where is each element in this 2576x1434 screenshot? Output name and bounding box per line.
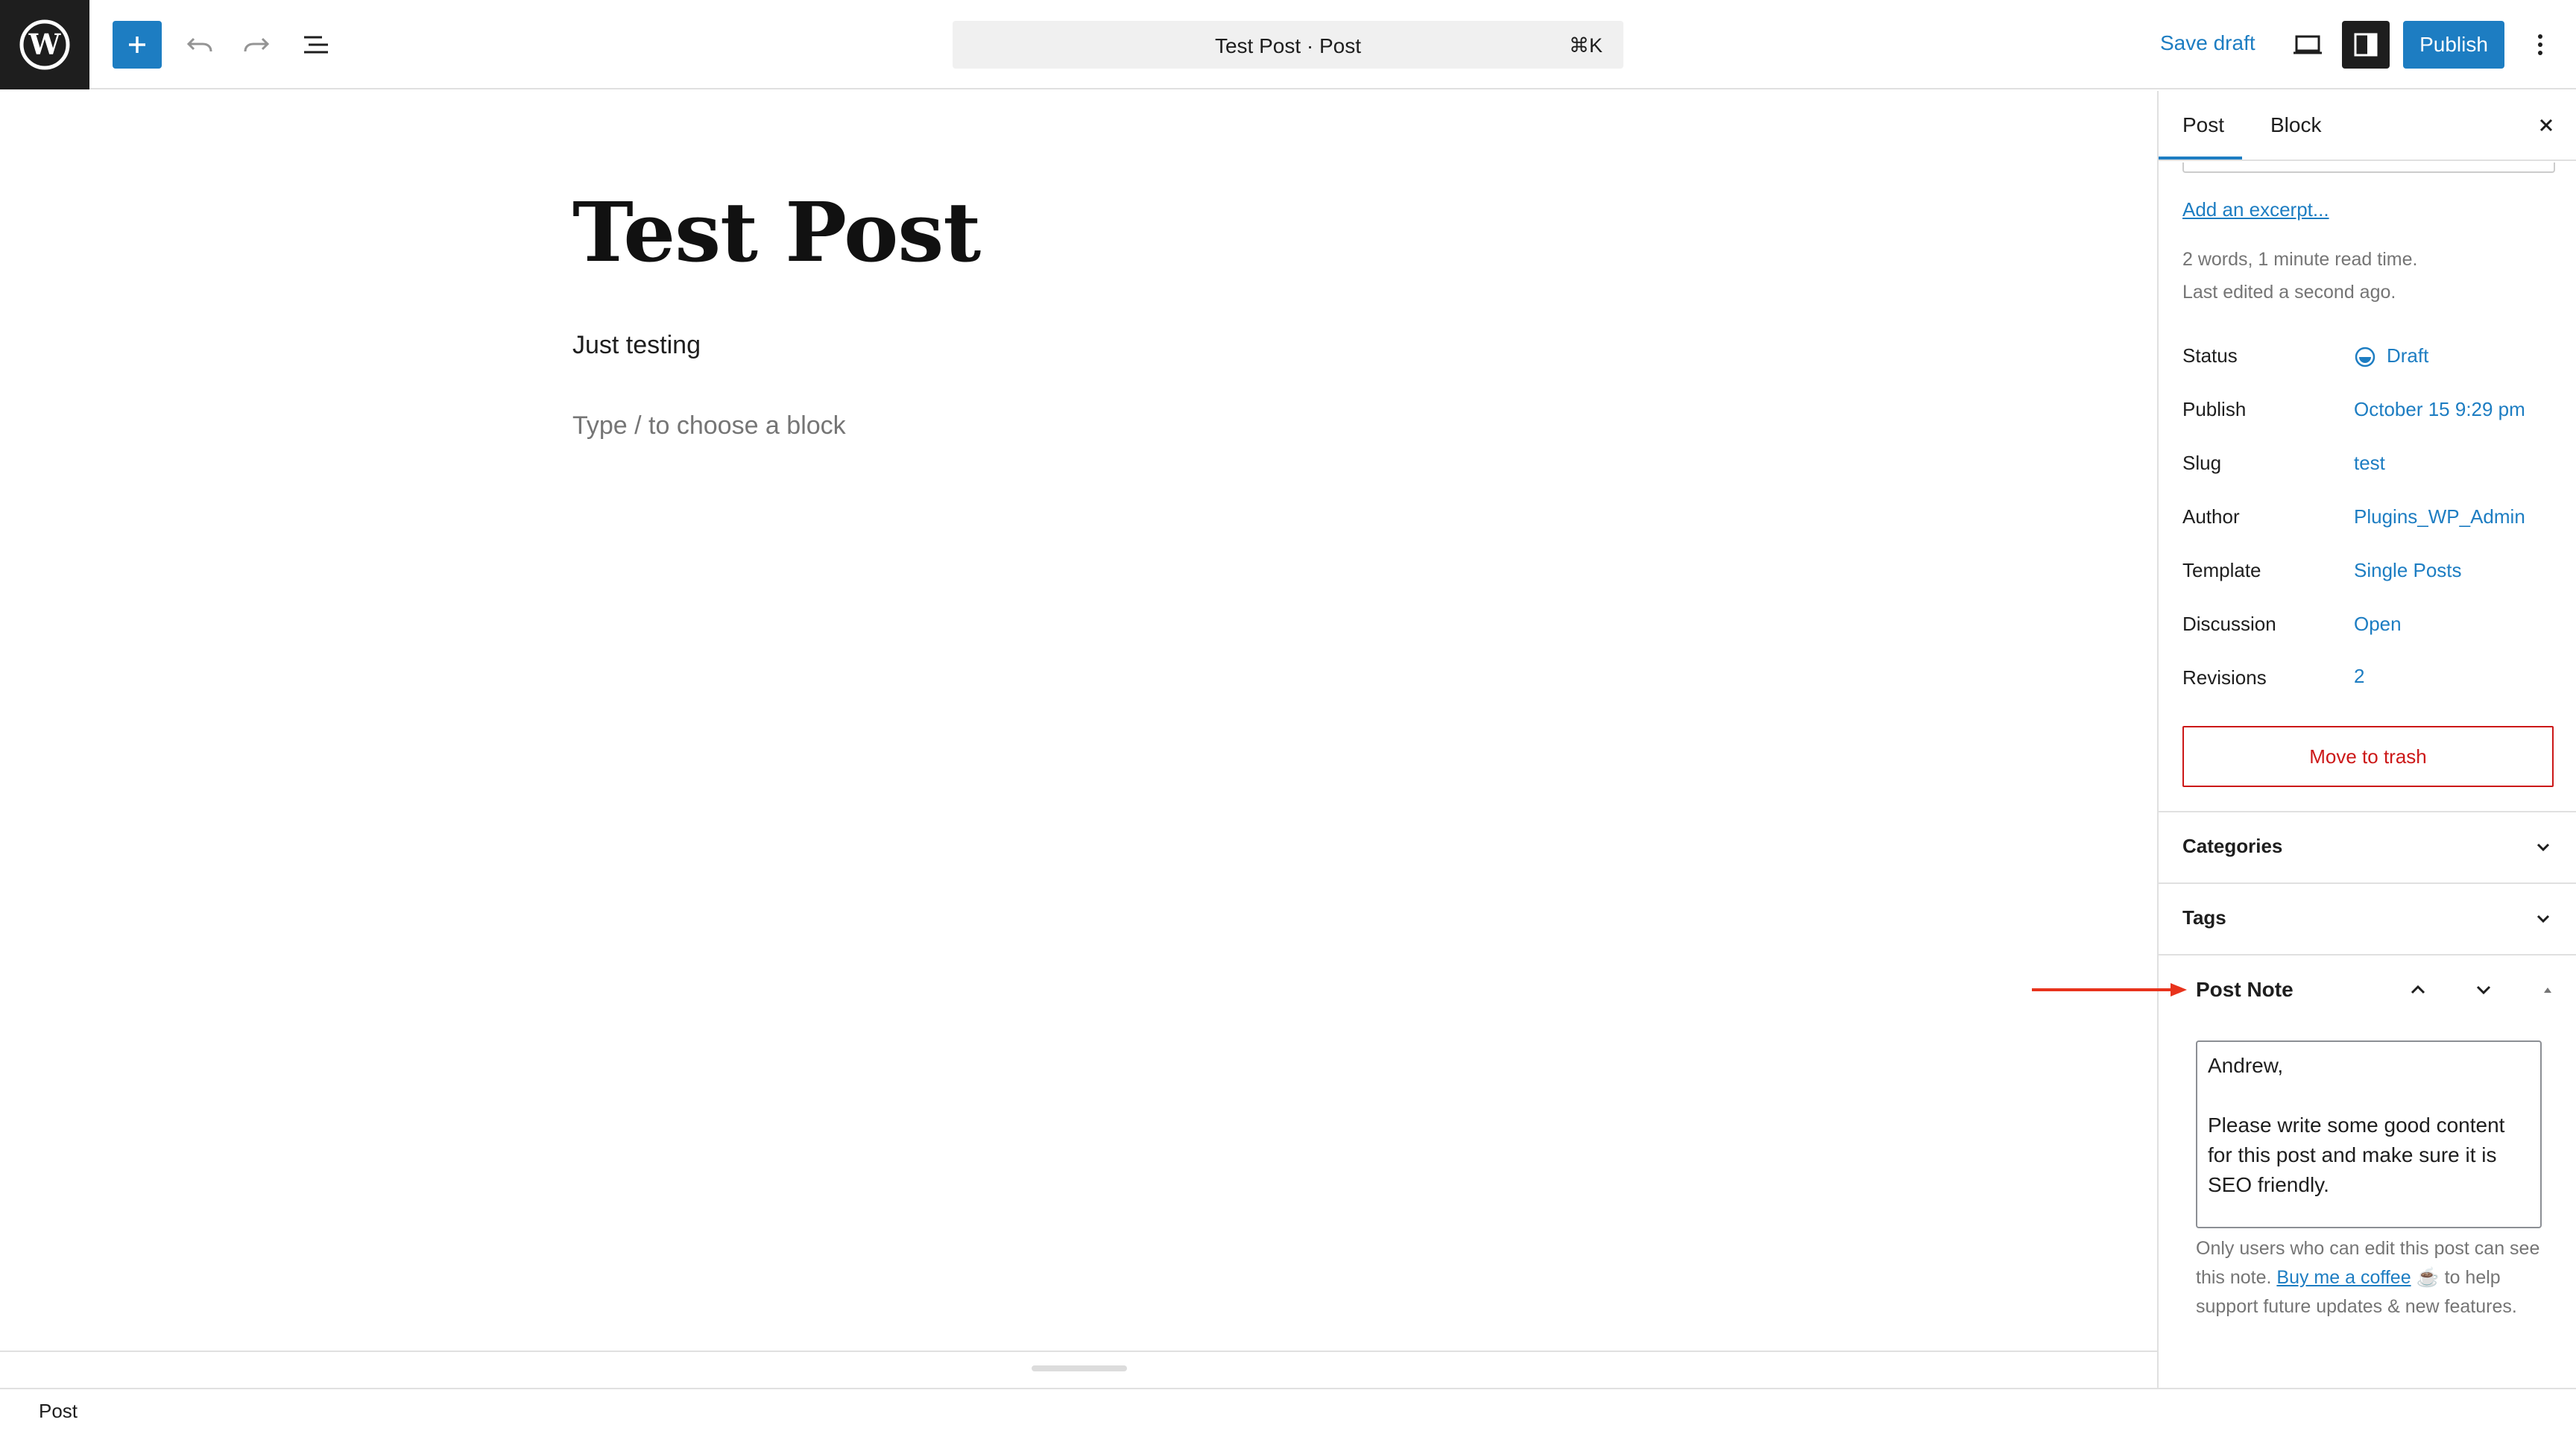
tab-block[interactable]: Block [2270, 113, 2321, 137]
view-desktop-icon [2294, 35, 2322, 54]
template-label: Template [2182, 559, 2261, 581]
block-appender-placeholder[interactable]: Type / to choose a block [572, 411, 846, 440]
slug-label: Slug [2182, 452, 2222, 474]
collapse-panel-button[interactable] [2534, 976, 2561, 1003]
document-title[interactable]: Test Post · Post [953, 34, 1623, 58]
command-shortcut: ⌘K [1568, 34, 1603, 57]
plus-icon [129, 37, 145, 53]
active-tab-indicator [2159, 157, 2242, 159]
wordpress-logo-icon[interactable]: W [0, 0, 89, 89]
redo-icon [244, 37, 270, 52]
word-count: 2 words, 1 minute read time. [2182, 249, 2418, 270]
featured-image-box-edge [2182, 162, 2555, 173]
discussion-label: Discussion [2182, 613, 2276, 635]
slug-value[interactable]: test [2354, 452, 2385, 475]
settings-sidebar: Post Block Add an excerpt... 2 words, 1 … [2157, 91, 2576, 1388]
save-draft-button[interactable]: Save draft [2160, 31, 2255, 55]
draft-status-icon [2355, 347, 2375, 367]
status-label: Status [2182, 344, 2238, 367]
categories-expand-button[interactable] [2530, 833, 2557, 860]
chevron-down-icon [2476, 985, 2491, 995]
editor-canvas: Test Post Just testing Type / to choose … [0, 91, 2157, 1351]
document-overview-button[interactable] [292, 21, 340, 69]
undo-icon [186, 37, 212, 52]
editor-footer: Post [0, 1388, 2576, 1434]
discussion-value[interactable]: Open [2354, 613, 2402, 636]
template-value[interactable]: Single Posts [2354, 559, 2462, 582]
redo-button[interactable] [233, 21, 280, 69]
tab-post[interactable]: Post [2182, 113, 2224, 137]
svg-text:W: W [28, 28, 62, 61]
breadcrumb[interactable]: Post [39, 1400, 78, 1423]
post-title[interactable]: Test Post [572, 184, 981, 280]
undo-button[interactable] [176, 21, 224, 69]
command-palette-bar[interactable]: Test Post · Post ⌘K [953, 21, 1623, 69]
tags-expand-button[interactable] [2530, 905, 2557, 932]
paragraph-block[interactable]: Just testing [572, 331, 701, 360]
post-note-title: Post Note [2196, 978, 2294, 1001]
status-value[interactable]: Draft [2354, 344, 2428, 368]
last-edited: Last edited a second ago. [2182, 282, 2396, 303]
revisions-label: Revisions [2182, 666, 2267, 689]
editor-header: W Test Post · Post ⌘K Save draft Publish [0, 0, 2576, 89]
chevron-down-icon [2536, 843, 2550, 852]
sidebar-toggle-icon [2354, 33, 2378, 57]
chevron-down-icon [2536, 915, 2550, 923]
author-label: Author [2182, 505, 2240, 528]
publish-date-value[interactable]: October 15 9:29 pm [2354, 398, 2525, 421]
publish-label: Publish [2182, 398, 2247, 420]
categories-panel-toggle[interactable]: Categories [2182, 835, 2282, 858]
more-options-button[interactable] [2516, 21, 2564, 69]
close-sidebar-button[interactable] [2531, 110, 2561, 140]
chevron-up-icon [2411, 985, 2425, 994]
move-to-trash-button[interactable]: Move to trash [2182, 726, 2554, 787]
add-block-button[interactable] [113, 21, 162, 69]
publish-button[interactable]: Publish [2403, 21, 2504, 69]
caret-up-icon [2544, 988, 2551, 993]
preview-button[interactable] [2284, 21, 2332, 69]
move-panel-down-button[interactable] [2470, 976, 2497, 1003]
sidebar-tabs: Post Block [2159, 91, 2576, 161]
post-note-help: Only users who can edit this post can se… [2196, 1234, 2546, 1321]
revisions-value[interactable]: 2 [2354, 665, 2364, 688]
move-panel-up-button[interactable] [2405, 976, 2431, 1003]
canvas-divider [0, 1351, 2157, 1352]
buy-me-a-coffee-link[interactable]: Buy me a coffee [2276, 1267, 2411, 1288]
annotation-arrow [2032, 983, 2187, 996]
panel-divider [2159, 954, 2576, 956]
canvas-resize-handle[interactable] [1032, 1365, 1127, 1371]
status-value-text: Draft [2387, 344, 2429, 367]
close-icon [2539, 119, 2553, 132]
more-options-icon [2538, 34, 2542, 55]
author-value[interactable]: Plugins_WP_Admin [2354, 505, 2525, 528]
document-overview-icon [304, 36, 328, 54]
tags-panel-toggle[interactable]: Tags [2182, 906, 2226, 929]
settings-sidebar-toggle[interactable] [2342, 21, 2390, 69]
panel-divider [2159, 882, 2576, 884]
add-excerpt-link[interactable]: Add an excerpt... [2182, 198, 2329, 221]
panel-divider [2159, 811, 2576, 812]
post-note-textarea[interactable]: Andrew, Please write some good content f… [2196, 1040, 2542, 1228]
